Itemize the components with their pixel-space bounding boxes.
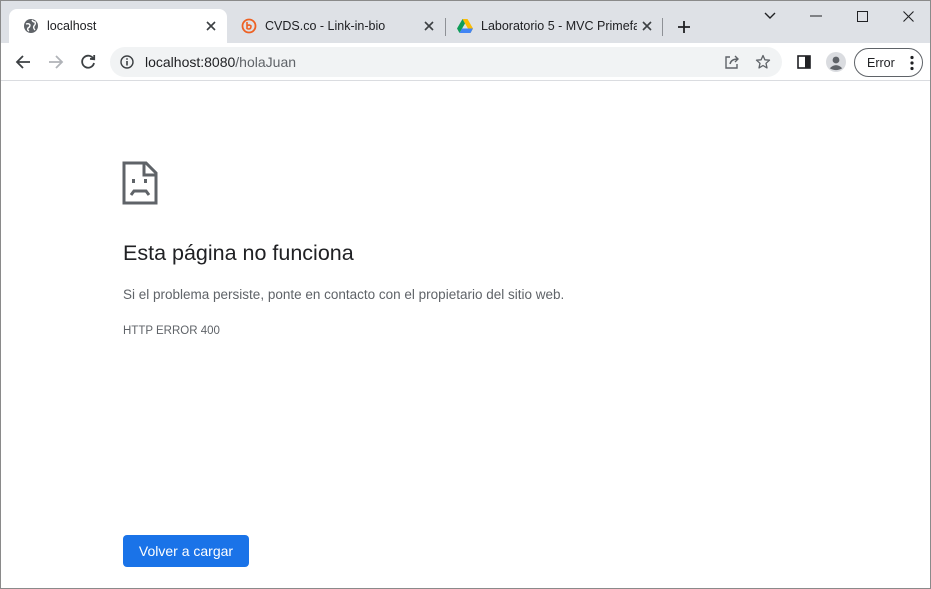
bitly-icon: [241, 18, 257, 34]
error-label: Error: [867, 55, 895, 70]
tab-separator: [662, 18, 663, 36]
maximize-icon: [856, 10, 868, 22]
minimize-button[interactable]: [793, 1, 839, 31]
star-icon[interactable]: [752, 51, 774, 73]
url-path: /holaJuan: [235, 54, 297, 70]
error-menu-button[interactable]: Error: [854, 48, 923, 77]
chevron-down-icon: [764, 12, 776, 19]
close-tab-icon[interactable]: [201, 16, 221, 36]
sad-page-icon: [122, 161, 158, 205]
profile-button[interactable]: [822, 48, 850, 76]
close-tab-icon[interactable]: [419, 16, 439, 36]
avatar-icon: [826, 52, 846, 72]
maximize-button[interactable]: [839, 1, 885, 31]
url-host: localhost:8080: [145, 54, 236, 70]
toolbar: localhost:8080/holaJuan Error: [1, 43, 930, 81]
side-panel-button[interactable]: [790, 48, 818, 76]
minimize-icon: [810, 15, 822, 17]
tab-search-button[interactable]: [747, 1, 793, 31]
tab-title: Laboratorio 5 - MVC Primefa: [481, 19, 637, 33]
error-code: HTTP ERROR 400: [123, 325, 220, 337]
globe-icon: [23, 18, 39, 34]
plus-icon: [678, 21, 690, 33]
google-drive-icon: [457, 18, 473, 34]
error-description: Si el problema persiste, ponte en contac…: [123, 287, 565, 302]
reload-button[interactable]: [74, 48, 102, 76]
close-icon: [902, 10, 914, 22]
reload-page-button[interactable]: Volver a cargar: [123, 535, 249, 567]
error-heading: Esta página no funciona: [123, 241, 354, 265]
address-bar[interactable]: localhost:8080/holaJuan: [110, 47, 782, 77]
arrow-right-icon: [49, 55, 64, 69]
page-content: Esta página no funciona Si el problema p…: [1, 82, 930, 588]
more-vert-icon: [910, 55, 914, 71]
tab-title: CVDS.co - Link-in-bio: [265, 19, 386, 33]
close-window-button[interactable]: [885, 1, 930, 31]
share-icon[interactable]: [721, 51, 743, 73]
back-button[interactable]: [9, 48, 37, 76]
tab-title: localhost: [47, 19, 97, 33]
forward-button[interactable]: [42, 48, 70, 76]
tab-laboratorio[interactable]: Laboratorio 5 - MVC Primefa: [443, 9, 663, 43]
tab-cvds[interactable]: CVDS.co - Link-in-bio: [227, 9, 445, 43]
browser-window: localhost CVDS.co - Link-in-bio Laborato…: [0, 0, 931, 589]
tab-localhost[interactable]: localhost: [9, 9, 227, 43]
tab-strip: localhost CVDS.co - Link-in-bio Laborato…: [1, 1, 930, 43]
info-icon[interactable]: [118, 53, 136, 71]
arrow-left-icon: [15, 55, 30, 69]
close-tab-icon[interactable]: [637, 16, 657, 36]
reload-icon: [81, 54, 96, 69]
url-text[interactable]: localhost:8080/holaJuan: [145, 54, 296, 70]
new-tab-button[interactable]: [671, 14, 697, 40]
side-panel-icon: [797, 55, 811, 69]
